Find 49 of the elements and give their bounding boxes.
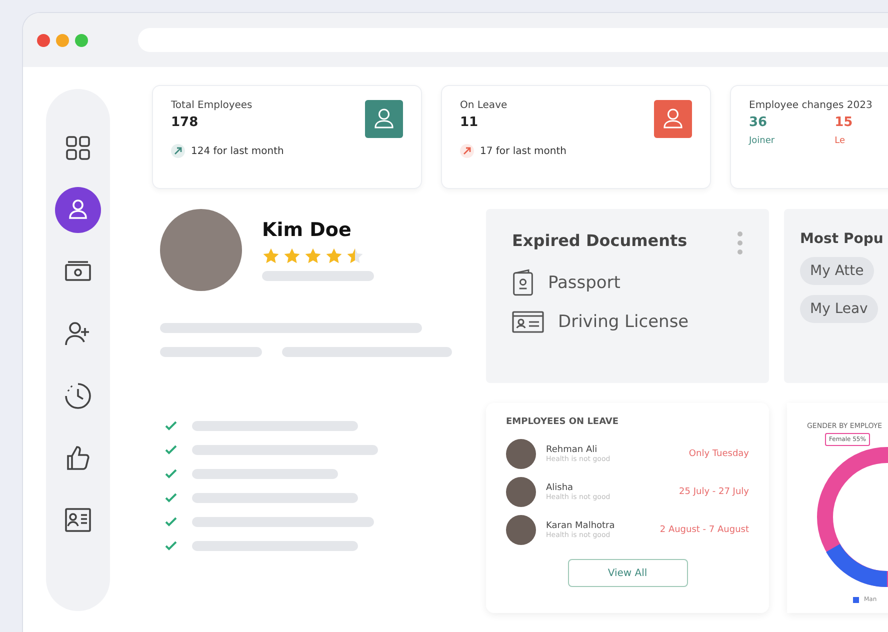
profile-name: Kim Doe xyxy=(262,219,352,241)
shortcut-chip[interactable]: My Leav xyxy=(800,295,878,323)
stat-note: 124 for last month xyxy=(191,146,284,156)
star-icon xyxy=(325,247,343,265)
photo-placeholder xyxy=(506,477,536,507)
stat-title: On Leave xyxy=(460,100,508,111)
trend-arrow-icon xyxy=(460,144,474,158)
check-icon xyxy=(164,491,178,505)
star-icon xyxy=(283,247,301,265)
window-dot[interactable] xyxy=(75,34,88,46)
star-icon xyxy=(346,247,364,265)
window-dot[interactable] xyxy=(37,34,50,46)
leave-dates: Only Tuesday xyxy=(688,449,749,459)
document-name[interactable]: Driving License xyxy=(558,312,689,332)
document-name[interactable]: Passport xyxy=(548,273,620,293)
legend-swatch-icon xyxy=(853,596,859,602)
check-icon xyxy=(164,467,178,481)
leave-dates: 25 July - 27 July xyxy=(679,487,749,497)
stat-value: 11 xyxy=(460,115,480,130)
star-icon xyxy=(304,247,322,265)
employee-name: Karan Malhotra xyxy=(546,521,616,531)
stat-value: 15 xyxy=(834,115,853,130)
view-all-button[interactable]: View All xyxy=(568,559,688,587)
employee-name: Alisha xyxy=(546,483,574,493)
window-dot[interactable] xyxy=(56,34,69,46)
nav-user-icon[interactable] xyxy=(55,187,101,233)
photo-placeholder xyxy=(506,439,536,469)
stat-value: 178 xyxy=(171,115,200,130)
leave-dates: 2 August - 7 August xyxy=(660,525,749,535)
stat-title: Employee changes 2023 xyxy=(749,100,872,111)
stat-label: Joiner xyxy=(749,136,775,146)
check-icon xyxy=(164,539,178,553)
id-card-icon xyxy=(512,311,544,333)
stat-note: 17 for last month xyxy=(480,146,567,156)
shortcut-chip[interactable]: My Atte xyxy=(800,257,874,285)
stat-label: Le xyxy=(834,136,846,146)
check-icon xyxy=(164,515,178,529)
card-title: EMPLOYEES ON LEAVE xyxy=(506,417,620,427)
passport-icon xyxy=(512,269,534,297)
stat-value: 36 xyxy=(749,115,768,130)
check-icon xyxy=(164,443,178,457)
employee-name: Rehman Ali xyxy=(546,445,598,455)
card-title: Most Popu xyxy=(800,231,884,247)
photo-placeholder xyxy=(506,515,536,545)
card-title: Expired Documents xyxy=(512,231,688,252)
check-icon xyxy=(164,419,178,433)
trend-arrow-icon xyxy=(171,144,185,158)
star-icon xyxy=(262,247,280,265)
stat-title: Total Employees xyxy=(171,100,254,111)
